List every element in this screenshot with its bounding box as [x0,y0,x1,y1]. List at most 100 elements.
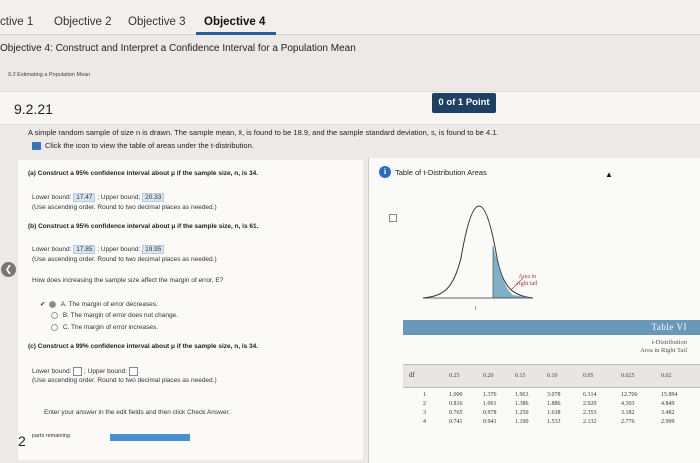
tab-objective-3[interactable]: Objective 3 [128,16,186,28]
table-cell: 6.314 [583,392,597,398]
question-header: 9.2.21 0 of 1 Point [0,91,700,125]
table-cell: 3.482 [661,410,675,416]
df-header: df [409,371,415,379]
parts-label: parts remaining [32,433,70,439]
df-row-label: 2 [423,401,426,407]
table-cell: 2.132 [583,419,597,425]
option-c[interactable]: C. The margin of error increases. [51,324,158,331]
tab-objective-1[interactable]: ctive 1 [0,16,33,28]
tab-objective-2[interactable]: Objective 2 [54,16,112,28]
table-cell: 1.638 [547,410,561,416]
table-cell: 4.303 [621,401,635,407]
copy-icon[interactable] [389,214,397,222]
popup-title: i Table of t-Distribution Areas [379,166,487,178]
table-title: Table VI [651,322,687,332]
t-star-label: t [475,306,477,312]
part-c-hint: (Use ascending order. Round to two decim… [32,377,217,384]
part-c-lower-field[interactable] [73,367,83,376]
option-b[interactable]: B. The margin of error does not change. [51,312,178,319]
part-c-text: (c) Construct a 99% confidence interval … [28,343,259,350]
popup-title-text: Table of t-Distribution Areas [395,167,487,177]
right-tail-area [493,246,533,298]
table-cell: 2.353 [583,410,597,416]
part-c-upper-field[interactable] [128,367,138,376]
area-label-2: right tail [517,281,538,287]
part-c-lower-label: Lower bound: [32,368,72,376]
option-a-radio[interactable] [49,300,57,308]
col-header: 0.15 [515,373,526,379]
table-cell: 1.000 [449,392,463,398]
tab-objective-4[interactable]: Objective 4 [204,16,265,28]
table-cell: 2.920 [583,401,597,407]
table-cell: 0.741 [449,419,463,425]
points-badge: 0 of 1 Point [432,93,496,113]
part-a-upper-label: ; Upper bound: [97,194,141,201]
part-a-text: (a) Construct a 95% confidence interval … [28,170,259,177]
part-c-upper-label: ; Upper bound: [84,368,128,376]
option-b-text: The margin of error does not change. [70,312,178,320]
table-cell: 0.816 [449,401,463,407]
part-a-lower-label: Lower bound: [32,194,72,201]
back-arrow-icon[interactable]: ❮ [1,262,16,277]
option-b-label: B. [62,312,69,320]
progress-bar [110,434,190,441]
table-title-bar: Table VI [403,320,700,335]
table-cell: 2.999 [661,419,675,425]
active-tab-indicator [196,32,276,35]
table-cell: 3.182 [621,410,635,416]
table-link-text: Click the icon to view the table of area… [45,141,254,150]
table-cell: 0.978 [483,410,497,416]
table-caption: t-Distribution Area in Right Tail [640,339,687,355]
table-column-header: df 0.25 0.20 0.15 0.10 0.05 0.025 0.02 [403,364,700,388]
part-a-lower-field[interactable]: 17.47 [73,193,96,202]
table-cell: 4.849 [661,401,675,407]
option-b-radio[interactable] [51,312,58,319]
table-cell: 12.706 [621,392,638,398]
col-header: 0.02 [661,373,672,379]
col-header: 0.20 [483,373,494,379]
table-cell: 0.941 [483,419,497,425]
part-b-lower-label: Lower bound: [32,246,72,253]
question-number: 9.2.21 [14,101,53,117]
part-b-hint: (Use ascending order. Round to two decim… [32,256,217,263]
area-label: Area in right tail [517,274,538,288]
table-link[interactable]: Click the icon to view the table of area… [32,141,254,150]
option-a-text: The margin of error decreases. [68,301,158,308]
info-icon: i [379,166,391,178]
option-a[interactable]: ✔ A. The margin of error decreases. [40,300,158,308]
option-c-radio[interactable] [51,324,58,331]
col-header: 0.10 [547,373,558,379]
question-prompt: A simple random sample of size n is draw… [28,128,499,137]
option-a-label: A. [60,301,67,308]
table-cell: 15.894 [661,392,678,398]
table-icon[interactable] [32,141,41,150]
df-row-label: 4 [423,419,426,425]
df-row-label: 3 [423,410,426,416]
table-cell: 1.061 [483,401,497,407]
part-b-upper-field[interactable]: 19.95 [142,245,165,254]
t-distribution-curve [423,205,533,299]
table-cell: 1.533 [547,419,561,425]
option-c-text: The margin of error increases. [71,324,159,332]
part-a-answer: Lower bound: 17.47 ; Upper bound: 20.33 [32,193,165,202]
part-b-answer: Lower bound: 17.85 ; Upper bound: 19.95 [32,245,165,254]
part-c-answer: Lower bound: ; Upper bound: [32,367,138,376]
part-a-upper-field[interactable]: 20.33 [142,193,165,202]
table-cell: 1.963 [515,392,529,398]
t-table-popup: i Table of t-Distribution Areas ▲ Area i… [368,158,700,463]
objective-tabs: ctive 1 Objective 2 Objective 3 Objectiv… [0,0,700,35]
table-cell: 1.886 [547,401,561,407]
mouse-cursor-icon: ▲ [605,170,613,179]
table-cell: 3.078 [547,392,561,398]
answer-instruction: Enter your answer in the edit fields and… [44,409,231,416]
checkmark-icon: ✔ [40,301,46,308]
objective-title: Objective 4: Construct and Interpret a C… [0,43,356,54]
table-cell: 1.250 [515,410,529,416]
table-caption-2: Area in Right Tail [640,347,687,354]
table-cell: 1.376 [483,392,497,398]
col-header: 0.025 [621,373,635,379]
col-header: 0.05 [583,373,594,379]
part-a-hint: (Use ascending order. Round to two decim… [32,204,217,211]
part-b-lower-field[interactable]: 17.85 [73,245,96,254]
part-b-upper-label: ; Upper bound: [97,246,141,253]
